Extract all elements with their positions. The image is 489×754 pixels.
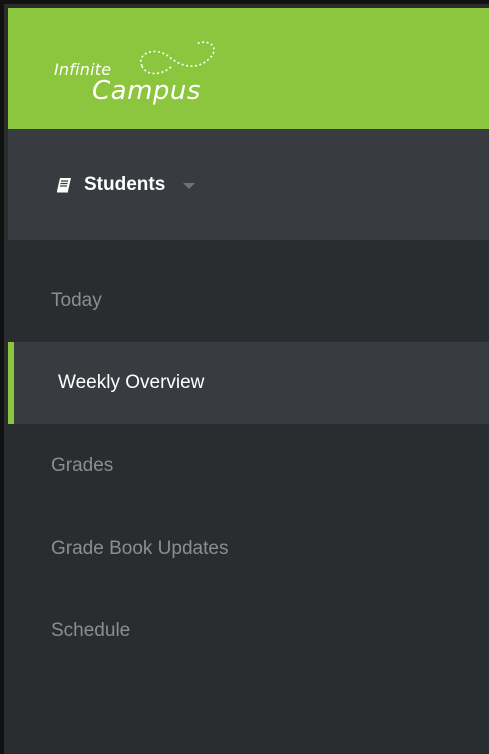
sidebar-item-today[interactable]: Today [8, 260, 489, 342]
sidebar-item-label: Weekly Overview [58, 372, 205, 393]
app-header: Infinite Campus [8, 8, 489, 129]
infinite-campus-logo[interactable]: Infinite Campus [48, 32, 248, 122]
students-context-dropdown[interactable]: Students [56, 170, 196, 200]
app-frame: Infinite Campus Students Today Weekly Ov… [0, 0, 489, 754]
context-label: Students [84, 174, 166, 195]
sidebar-item-weekly-overview[interactable]: Weekly Overview [8, 342, 489, 424]
sidebar-item-label: Grade Book Updates [51, 538, 229, 559]
sidebar-nav: Today Weekly Overview Grades Grade Book … [8, 240, 489, 754]
sidebar-item-schedule[interactable]: Schedule [8, 590, 489, 672]
sidebar-item-label: Schedule [51, 620, 131, 641]
caret-down-icon [183, 183, 196, 189]
context-switcher-bar: Students [8, 129, 489, 240]
book-icon [57, 178, 71, 193]
sidebar-item-grades[interactable]: Grades [8, 425, 489, 507]
sidebar-item-grade-book-updates[interactable]: Grade Book Updates [8, 508, 489, 590]
sidebar-item-label: Today [51, 290, 102, 311]
logo-text-campus: Campus [92, 76, 201, 106]
sidebar-item-label: Grades [51, 455, 114, 476]
